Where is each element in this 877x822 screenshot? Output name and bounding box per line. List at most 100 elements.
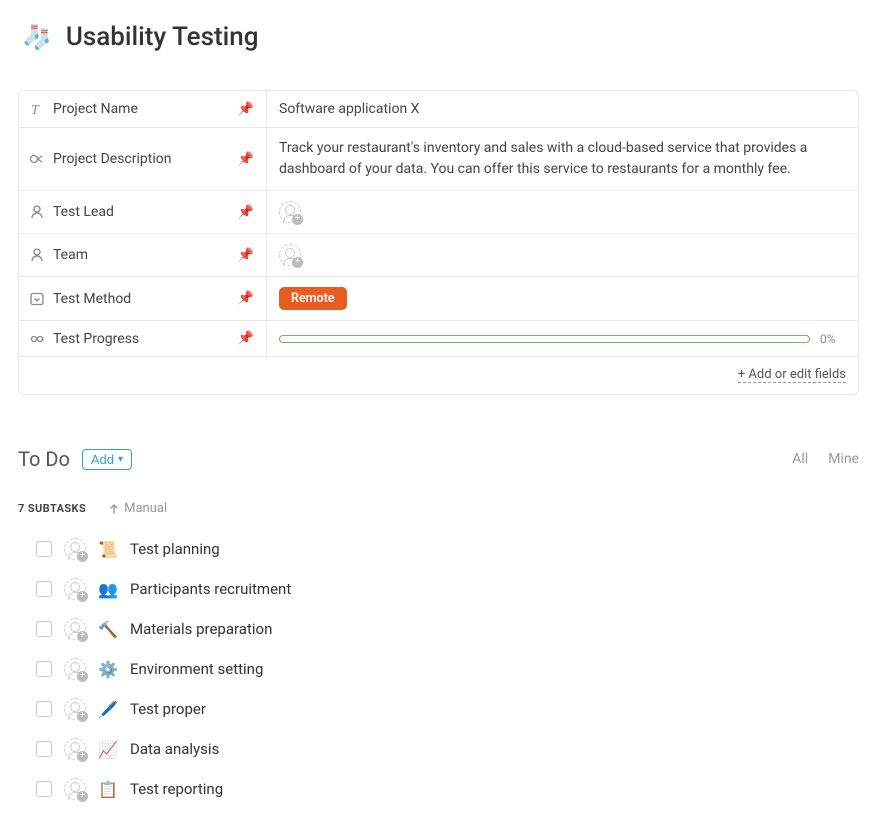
field-value-test-lead[interactable] bbox=[267, 191, 858, 233]
checkbox[interactable] bbox=[36, 621, 52, 637]
assignee-placeholder[interactable] bbox=[279, 244, 301, 266]
checkbox[interactable] bbox=[36, 581, 52, 597]
subtask-emoji: 🖊️ bbox=[98, 700, 118, 719]
filter-mine[interactable]: Mine bbox=[828, 451, 859, 467]
subtasks-count: 7 SUBTASKS bbox=[18, 502, 86, 515]
subtask-emoji: 📜 bbox=[98, 540, 118, 559]
pin-icon[interactable]: 📌 bbox=[238, 152, 254, 167]
subtask-emoji: 🔨 bbox=[98, 620, 118, 639]
subtask-emoji: 👥 bbox=[98, 580, 118, 599]
field-row-test-method: Test Method 📌 Remote bbox=[19, 277, 858, 321]
field-value-project-description[interactable]: Track your restaurant's inventory and sa… bbox=[267, 128, 858, 190]
sort-mode[interactable]: Manual bbox=[108, 501, 167, 516]
field-label: Test Lead bbox=[53, 204, 230, 220]
field-value-test-progress[interactable]: 0% bbox=[267, 321, 858, 356]
todo-filters: All Mine bbox=[792, 451, 859, 467]
add-fields-row: + Add or edit fields bbox=[19, 357, 858, 394]
subtask-name: Data analysis bbox=[130, 740, 219, 758]
pin-icon[interactable]: 📌 bbox=[238, 248, 254, 263]
field-row-project-description: Project Description 📌 Track your restaur… bbox=[19, 128, 858, 191]
assignee-placeholder[interactable] bbox=[64, 658, 86, 680]
field-label: Project Description bbox=[53, 151, 230, 167]
field-value-project-name[interactable]: Software application X bbox=[267, 91, 858, 127]
field-label: Team bbox=[53, 247, 230, 263]
subtask-emoji: 📈 bbox=[98, 740, 118, 759]
field-label-cell: Team 📌 bbox=[19, 234, 267, 276]
page-title: Usability Testing bbox=[66, 22, 259, 52]
field-value-team[interactable] bbox=[267, 234, 858, 276]
progress-icon bbox=[29, 331, 45, 347]
chevron-down-icon: ▾ bbox=[118, 454, 123, 465]
svg-text:T: T bbox=[31, 103, 40, 117]
subtask-row[interactable]: 👥 Participants recruitment bbox=[36, 578, 859, 600]
subtask-name: Environment setting bbox=[130, 660, 263, 678]
pin-icon[interactable]: 📌 bbox=[238, 291, 254, 306]
subtask-row[interactable]: 🖊️ Test proper bbox=[36, 698, 859, 720]
subtask-row[interactable]: 📋 Test reporting bbox=[36, 778, 859, 800]
field-label-cell: T Project Name 📌 bbox=[19, 91, 267, 127]
subtasks-meta: 7 SUBTASKS Manual bbox=[18, 501, 859, 516]
project-name-value: Software application X bbox=[279, 101, 419, 117]
dropdown-icon bbox=[29, 291, 45, 307]
checkbox[interactable] bbox=[36, 781, 52, 797]
add-button-label: Add bbox=[91, 452, 114, 467]
subtask-name: Test proper bbox=[130, 700, 206, 718]
field-label-cell: Test Lead 📌 bbox=[19, 191, 267, 233]
pin-icon[interactable]: 📌 bbox=[238, 102, 254, 117]
assignee-placeholder[interactable] bbox=[64, 578, 86, 600]
field-label: Test Method bbox=[53, 291, 230, 307]
person-icon bbox=[29, 204, 45, 220]
progress-percent: 0% bbox=[820, 332, 846, 346]
subtask-row[interactable]: 🔨 Materials preparation bbox=[36, 618, 859, 640]
field-row-team: Team 📌 bbox=[19, 234, 858, 277]
todo-header: To Do Add ▾ All Mine bbox=[18, 447, 859, 471]
field-label-cell: Project Description 📌 bbox=[19, 128, 267, 190]
arrow-up-icon bbox=[108, 503, 120, 515]
person-icon bbox=[29, 247, 45, 263]
assignee-placeholder[interactable] bbox=[64, 538, 86, 560]
checkbox[interactable] bbox=[36, 741, 52, 757]
subtask-name: Materials preparation bbox=[130, 620, 272, 638]
project-description-value: Track your restaurant's inventory and sa… bbox=[279, 138, 846, 180]
fields-table: T Project Name 📌 Software application X … bbox=[18, 90, 859, 395]
pin-icon[interactable]: 📌 bbox=[238, 205, 254, 220]
subtask-list: 📜 Test planning 👥 Participants recruitme… bbox=[18, 538, 859, 800]
subtask-name: Participants recruitment bbox=[130, 580, 291, 598]
subtask-emoji: ⚙️ bbox=[98, 660, 118, 679]
field-row-project-name: T Project Name 📌 Software application X bbox=[19, 91, 858, 128]
assignee-placeholder[interactable] bbox=[64, 778, 86, 800]
subtask-row[interactable]: ⚙️ Environment setting bbox=[36, 658, 859, 680]
method-tag[interactable]: Remote bbox=[279, 287, 347, 310]
subtask-row[interactable]: 📈 Data analysis bbox=[36, 738, 859, 760]
field-label: Test Progress bbox=[53, 331, 230, 347]
page-header: 🧦 Usability Testing bbox=[18, 22, 859, 52]
field-row-test-lead: Test Lead 📌 bbox=[19, 191, 858, 234]
text-field-icon: T bbox=[29, 101, 45, 117]
field-value-test-method[interactable]: Remote bbox=[267, 277, 858, 320]
assignee-placeholder[interactable] bbox=[64, 698, 86, 720]
progress-bar[interactable] bbox=[279, 335, 810, 343]
subtask-row[interactable]: 📜 Test planning bbox=[36, 538, 859, 560]
header-emoji: 🧦 bbox=[22, 23, 52, 51]
assignee-placeholder[interactable] bbox=[64, 618, 86, 640]
sort-mode-label: Manual bbox=[124, 501, 167, 516]
assignee-placeholder[interactable] bbox=[279, 201, 301, 223]
checkbox[interactable] bbox=[36, 661, 52, 677]
checkbox[interactable] bbox=[36, 541, 52, 557]
field-label-cell: Test Progress 📌 bbox=[19, 321, 267, 356]
field-label: Project Name bbox=[53, 101, 230, 117]
progress-wrap: 0% bbox=[279, 332, 846, 346]
assignee-placeholder[interactable] bbox=[64, 738, 86, 760]
checkbox[interactable] bbox=[36, 701, 52, 717]
subtask-emoji: 📋 bbox=[98, 780, 118, 799]
pin-icon[interactable]: 📌 bbox=[238, 331, 254, 346]
subtask-name: Test planning bbox=[130, 540, 220, 558]
subtask-name: Test reporting bbox=[130, 780, 223, 798]
add-button[interactable]: Add ▾ bbox=[82, 449, 132, 470]
description-icon bbox=[29, 151, 45, 167]
field-row-test-progress: Test Progress 📌 0% bbox=[19, 321, 858, 357]
add-edit-fields-link[interactable]: + Add or edit fields bbox=[738, 367, 846, 383]
filter-all[interactable]: All bbox=[792, 451, 808, 467]
field-label-cell: Test Method 📌 bbox=[19, 277, 267, 320]
todo-title: To Do bbox=[18, 447, 70, 471]
